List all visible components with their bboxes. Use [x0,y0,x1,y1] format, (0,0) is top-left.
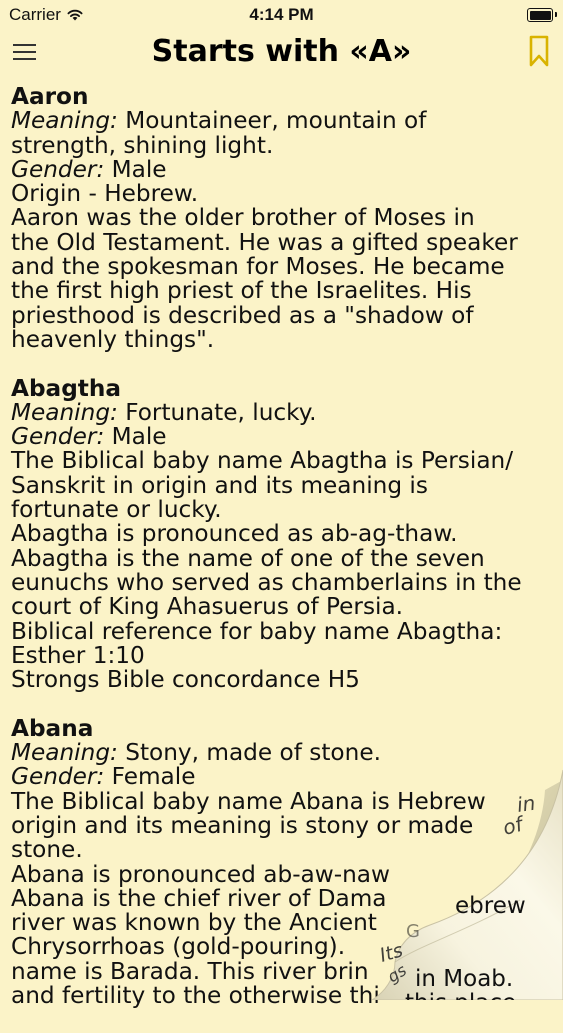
page-title: Starts with «A» [151,34,412,69]
gender-label: Gender: [11,423,105,451]
description-line: Abagtha is pronounced as ab-ag-thaw. [11,520,458,548]
meaning-label: Meaning: [11,107,118,135]
description-line: priesthood is described as a "shadow of [11,301,474,329]
meaning-line: Meaning: Mountaineer, mountain of [11,109,559,133]
description-line: The Biblical baby name Abana is Hebrew [11,787,486,815]
description-line: Aaron was the older brother of Moses in [11,204,475,232]
description-line: the first high priest of the Israelites.… [11,277,472,305]
description-line: and fertility to the otherwise thi [11,981,380,1009]
description-line: name is Barada. This river brin [11,957,369,985]
description-line: stone. [11,836,83,864]
name-entry-aaron: Aaron Meaning: Mountaineer, mountain of … [11,83,559,353]
meaning-line: Meaning: Fortunate, lucky. [11,398,559,426]
nav-bar: Starts with «A» [0,30,563,80]
battery-icon [527,8,557,22]
hamburger-menu-icon[interactable] [13,41,37,61]
entry-name: Abana [11,714,94,742]
description-line: origin and its meaning is stony or made [11,811,474,839]
description-line: eunuchs who served as chamberlains in th… [11,568,522,596]
gender-value: Male [104,423,167,451]
gender-label: Gender: [11,763,105,791]
names-list: Aaron Meaning: Mountaineer, mountain of … [11,83,559,1033]
entry-name: Aaron [11,83,89,110]
description-line: fortunate or lucky. [11,496,222,524]
gender-label: Gender: [11,155,105,183]
description-line: river was known by the Ancient [11,909,377,937]
meaning-value: Stony, made of stone. [117,739,381,767]
description-line: Chrysorrhoas (gold-pouring). [11,933,346,961]
description-line: Abana is pronounced ab-aw-naw [11,860,390,888]
bookmark-icon[interactable] [528,35,550,67]
description-line: Strongs Bible concordance H5 [11,666,360,694]
status-time: 4:14 PM [249,5,314,24]
name-entry-abagtha: Abagtha Meaning: Fortunate, lucky. Gende… [11,374,559,694]
description-line: heavenly things". [11,325,215,353]
gender-line: Gender: Female [11,765,559,789]
meaning-value: Mountaineer, mountain of [117,107,427,135]
gender-value: Female [104,763,196,791]
description-line: Abana is the chief river of Dama [11,884,387,912]
description-line: Sanskrit in origin and its meaning is [11,471,428,499]
description-line: the Old Testament. He was a gifted speak… [11,228,518,256]
gender-line: Gender: Male [11,425,559,449]
entry-name: Abagtha [11,374,122,402]
description-line: Origin - Hebrew. [11,180,199,208]
meaning-label: Meaning: [11,398,118,426]
name-entry-abana: Abana Meaning: Stony, made of stone. Gen… [11,714,559,1009]
description-line: court of King Ahasuerus of Persia. [11,593,404,621]
description-line: Esther 1:10 [11,641,145,669]
gender-value: Male [104,155,167,183]
meaning-line: strength, shining light. [11,131,274,159]
meaning-line: Meaning: Stony, made of stone. [11,739,559,767]
description-line: and the spokesman for Moses. He became [11,253,505,281]
status-bar: Carrier 4:14 PM [0,0,563,30]
gender-line: Gender: Male [11,155,559,183]
description-line: Abagtha is the name of one of the seven [11,544,485,572]
description-line: The Biblical baby name Abagtha is Persia… [11,447,514,475]
description-line: Biblical reference for baby name Abagtha… [11,617,503,645]
meaning-label: Meaning: [11,739,118,767]
meaning-value: Fortunate, lucky. [117,398,317,426]
